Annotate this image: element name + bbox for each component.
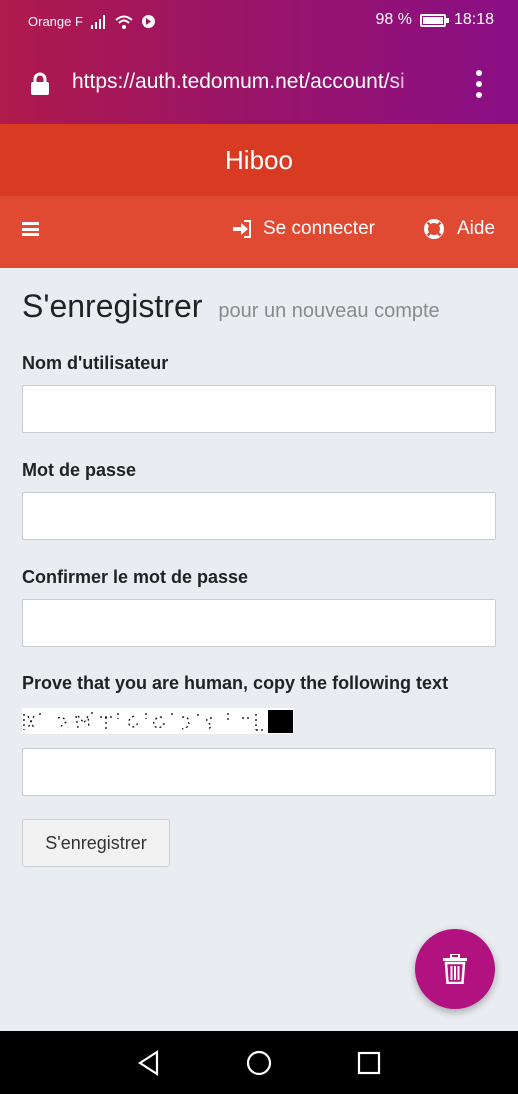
page-heading: S'enregistrer pour un nouveau compte [22,288,440,325]
status-bar: Orange F 98 % 18:18 [0,0,518,44]
login-link[interactable]: Se connecter [233,218,375,240]
app-title: Hiboo [0,124,518,196]
help-link[interactable]: Aide [423,218,495,240]
captcha-image [22,708,294,734]
hamburger-icon[interactable] [22,222,39,236]
data-saver-icon [141,15,155,28]
delete-fab-button[interactable] [415,929,495,1009]
kebab-menu-icon[interactable] [474,70,484,98]
navbar: Se connecter Aide [0,196,518,268]
signal-icon [90,14,105,29]
captcha-label: Prove that you are human, copy the follo… [22,673,449,693]
password-input[interactable] [22,492,496,540]
trash-icon [443,954,467,984]
browser-url-bar: https://auth.tedomum.net/account/si [0,44,518,124]
battery-icon [419,13,449,27]
lock-icon[interactable] [30,72,50,96]
lifebuoy-icon [424,219,444,239]
battery-percent: 98 % [375,11,412,28]
page-subtitle: pour un nouveau compte [218,300,440,322]
captcha-input[interactable] [22,748,496,796]
recents-icon[interactable] [355,1049,383,1077]
login-label: Se connecter [263,218,375,239]
help-label: Aide [457,218,496,239]
confirm-password-label: Confirmer le mot de passe [22,567,249,587]
username-label: Nom d'utilisateur [22,353,169,373]
url-text[interactable]: https://auth.tedomum.net/account/si [72,70,432,94]
back-icon[interactable] [135,1049,163,1077]
home-icon[interactable] [245,1049,273,1077]
page-title: S'enregistrer [22,288,203,324]
username-input[interactable] [22,385,496,433]
wifi-icon [115,15,133,29]
clock: 18:18 [453,11,494,28]
battery-level [422,16,443,24]
sign-in-icon [233,220,251,238]
carrier-name: Orange F [28,14,83,29]
register-button[interactable]: S'enregistrer [22,819,170,867]
system-nav-bar [0,1031,518,1094]
password-label: Mot de passe [22,460,137,480]
confirm-password-input[interactable] [22,599,496,647]
